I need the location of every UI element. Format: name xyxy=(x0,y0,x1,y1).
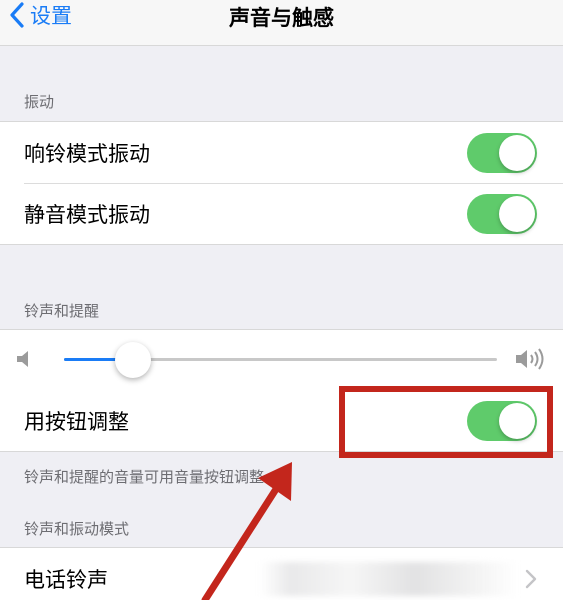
navigation-bar: 设置 声音与触感 xyxy=(0,0,563,46)
ringtone-value-blurred xyxy=(260,562,518,596)
ringtone-row[interactable]: 电话铃声 xyxy=(0,548,563,600)
annotation-highlight-box xyxy=(339,386,553,458)
toggle-knob xyxy=(499,134,535,171)
toggle-knob xyxy=(499,195,535,232)
page-title: 声音与触感 xyxy=(229,6,334,30)
ring-mode-vibration-row: 响铃模式振动 xyxy=(0,122,563,183)
ring-mode-vibration-toggle[interactable] xyxy=(467,132,537,173)
ringer-volume-row xyxy=(0,330,563,390)
silent-mode-vibration-label: 静音模式振动 xyxy=(24,202,150,227)
speaker-low-icon xyxy=(17,351,28,367)
ringer-volume-slider[interactable] xyxy=(64,342,497,378)
vibration-group: 响铃模式振动 静音模式振动 xyxy=(0,121,563,245)
slider-thumb[interactable] xyxy=(115,342,152,378)
section-header-vibration: 振动 xyxy=(24,93,55,111)
section-header-patterns: 铃声和振动模式 xyxy=(24,520,130,538)
silent-mode-vibration-row: 静音模式振动 xyxy=(0,183,563,244)
ring-mode-vibration-label: 响铃模式振动 xyxy=(24,141,150,166)
ringer-footnote: 铃声和提醒的音量可用音量按钮调整。 xyxy=(24,468,280,486)
speaker-high-icon xyxy=(516,348,544,370)
silent-mode-vibration-toggle[interactable] xyxy=(467,193,537,234)
chevron-right-icon xyxy=(525,569,537,589)
section-header-ringer: 铃声和提醒 xyxy=(24,302,100,320)
patterns-group: 电话铃声 xyxy=(0,547,563,600)
